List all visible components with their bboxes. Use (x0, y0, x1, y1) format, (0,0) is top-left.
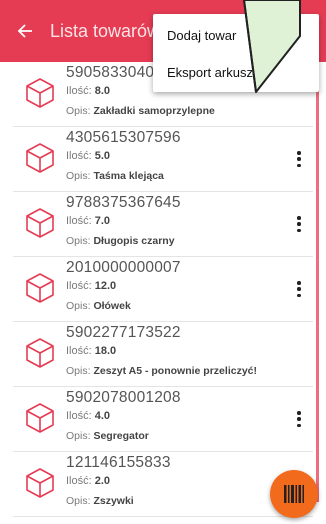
item-quantity: Ilość: 12.0 (66, 280, 117, 292)
scan-barcode-button[interactable] (270, 470, 318, 518)
package-icon (26, 78, 54, 108)
more-options-icon[interactable] (293, 279, 305, 299)
item-quantity: Ilość: 7.0 (66, 215, 111, 227)
item-quantity: Ilość: 5.0 (66, 150, 111, 162)
menu-item-add-product[interactable]: Dodaj towar (167, 28, 236, 43)
item-description: Opis: Zszywki (66, 495, 134, 507)
item-code: 2010000000007 (66, 259, 181, 276)
list-item[interactable]: 5902078001208 Ilość: 4.0 Opis: Segregato… (13, 387, 313, 452)
item-description: Opis: Zakładki samoprzylepne (66, 105, 215, 117)
item-code: 9788375367645 (66, 194, 181, 211)
arrow-left-icon (17, 24, 32, 38)
package-icon (26, 403, 54, 433)
list-item[interactable]: 5902277173522 Ilość: 18.0 Opis: Zeszyt A… (13, 322, 313, 387)
list-item[interactable]: 9788375367645 Ilość: 7.0 Opis: Długopis … (13, 192, 313, 257)
package-icon (26, 273, 54, 303)
more-options-icon[interactable] (293, 409, 305, 429)
list-item[interactable]: 2010000000007 Ilość: 12.0 Opis: Ołówek (13, 257, 313, 322)
item-code: 5902277173522 (66, 324, 181, 341)
item-quantity: Ilość: 2.0 (66, 475, 111, 487)
item-description: Opis: Ołówek (66, 300, 131, 312)
item-description: Opis: Segregator (66, 430, 149, 442)
package-icon (26, 143, 54, 173)
item-code: 5905833040 (66, 64, 155, 81)
item-code: 5902078001208 (66, 389, 181, 406)
page-title: Lista towarów (50, 20, 161, 41)
item-quantity: Ilość: 4.0 (66, 410, 111, 422)
item-quantity: Ilość: 8.0 (66, 85, 111, 97)
list-item[interactable]: 121146155833 Ilość: 2.0 Opis: Zszywki (13, 452, 313, 517)
back-button[interactable] (0, 0, 50, 62)
scrollbar[interactable] (316, 62, 319, 502)
product-list: 5905833040 Ilość: 8.0 Opis: Zakładki sam… (13, 62, 313, 517)
package-icon (26, 208, 54, 238)
overflow-menu: Dodaj towar Eksport arkusza (153, 14, 319, 92)
item-quantity: Ilość: 18.0 (66, 345, 117, 357)
item-code: 4305615307596 (66, 129, 181, 146)
item-description: Opis: Zeszyt A5 - ponownie przeliczyć! (66, 365, 257, 377)
package-icon (26, 468, 54, 498)
more-options-icon[interactable] (293, 149, 305, 169)
item-code: 121146155833 (66, 454, 171, 471)
item-description: Opis: Długopis czarny (66, 235, 175, 247)
list-item[interactable]: 4305615307596 Ilość: 5.0 Opis: Taśma kle… (13, 127, 313, 192)
item-description: Opis: Taśma klejąca (66, 170, 164, 182)
package-icon (26, 338, 54, 368)
menu-item-export-sheet[interactable]: Eksport arkusza (167, 65, 260, 80)
more-options-icon[interactable] (293, 214, 305, 234)
barcode-icon (284, 485, 304, 503)
